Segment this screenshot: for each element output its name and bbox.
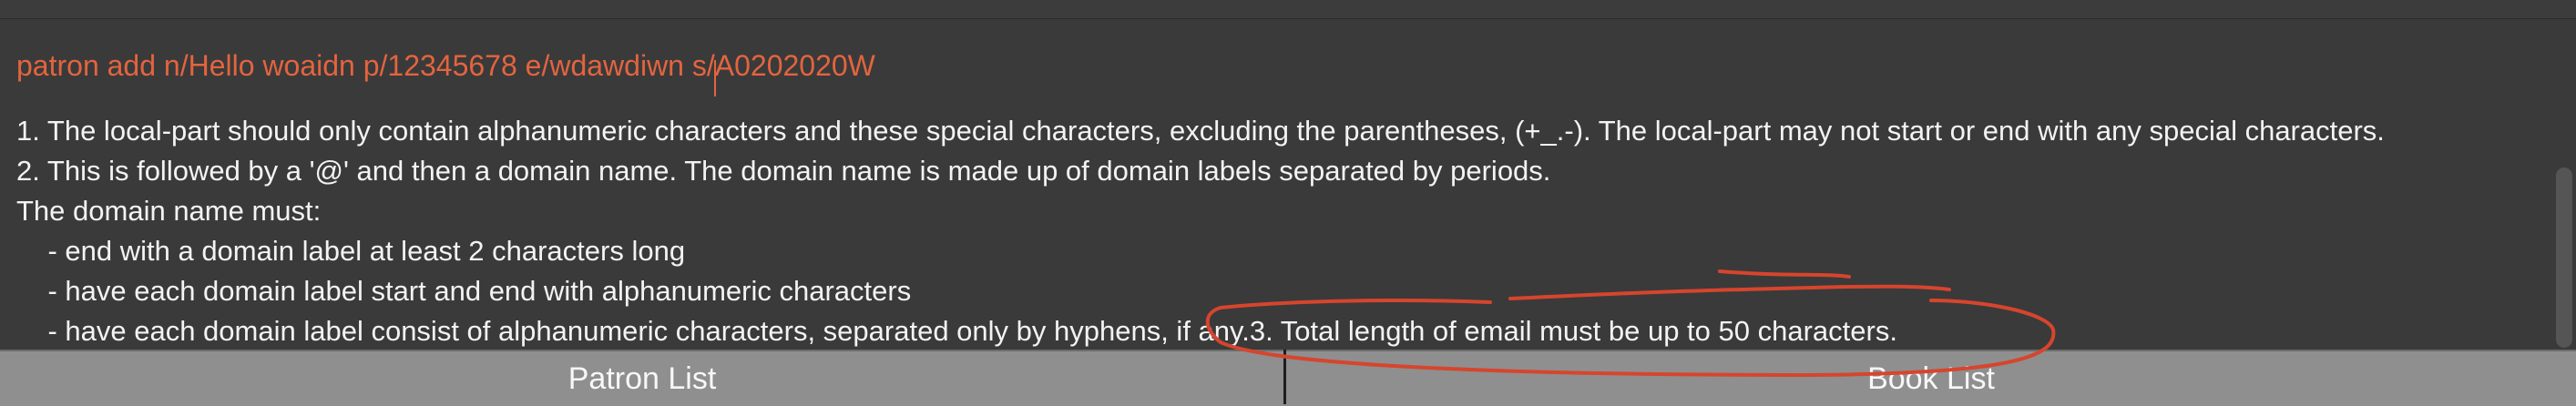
tab-book-list[interactable]: Book List: [1286, 351, 2576, 406]
result-line: The domain name must:: [16, 195, 322, 227]
result-line: - have each domain label consist of alph…: [16, 315, 1897, 347]
result-display: 1. The local-part should only contain al…: [0, 115, 2576, 350]
top-status-strip: [0, 0, 2576, 19]
text-caret: [714, 60, 716, 96]
result-line: - end with a domain label at least 2 cha…: [16, 235, 686, 267]
command-input[interactable]: patron add n/Hello woaidn p/12345678 e/w…: [16, 38, 875, 93]
list-tab-bar: Patron List Book List: [0, 350, 2576, 406]
scrollbar-thumb[interactable]: [2556, 167, 2572, 348]
tab-divider: [1283, 350, 1286, 404]
result-line: - have each domain label start and end w…: [16, 275, 912, 307]
result-line: 1. The local-part should only contain al…: [16, 115, 2385, 147]
command-box[interactable]: patron add n/Hello woaidn p/12345678 e/w…: [0, 20, 2576, 117]
result-line: 2. This is followed by a '@' and then a …: [16, 155, 1551, 187]
tab-patron-list[interactable]: Patron List: [0, 351, 1284, 406]
